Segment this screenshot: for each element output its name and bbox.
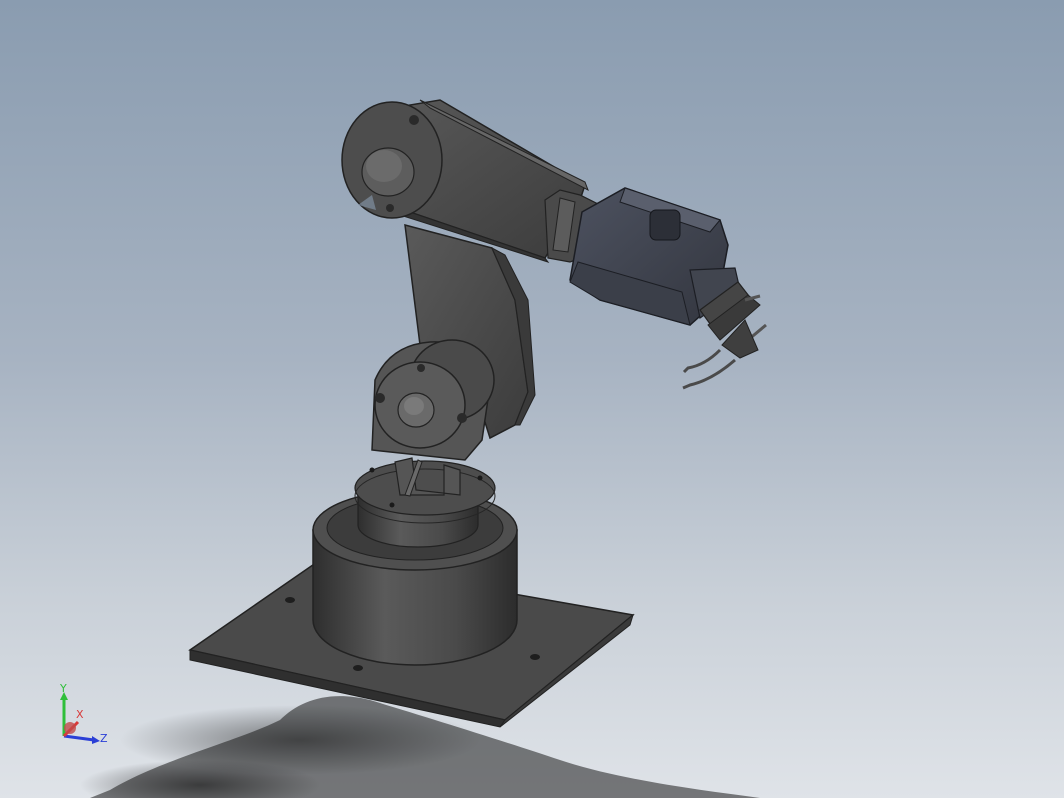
model-shadow [80, 696, 760, 798]
x-axis-label: X [76, 708, 84, 721]
elbow-hub[interactable] [341, 101, 443, 219]
z-axis-line [63, 734, 95, 742]
graphics-viewport[interactable]: Y X Z [0, 0, 1064, 798]
robot-arm-model[interactable] [0, 0, 1064, 798]
reference-triad[interactable]: Y X Z [50, 680, 120, 750]
shoulder-hub[interactable] [371, 339, 495, 461]
triad-origin [64, 722, 76, 734]
z-axis-label: Z [100, 732, 108, 745]
y-axis-label: Y [59, 682, 67, 695]
z-axis-arrow [92, 736, 100, 744]
